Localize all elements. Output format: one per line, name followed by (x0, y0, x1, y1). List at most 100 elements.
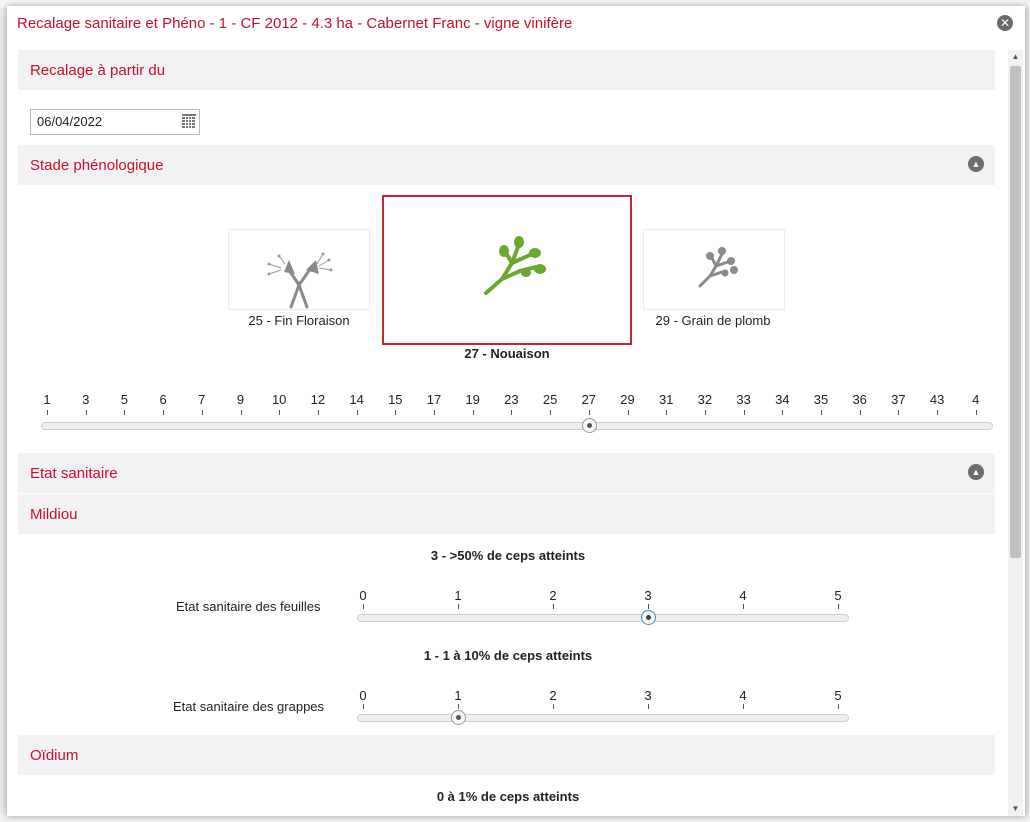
grappes-tick-mark (363, 704, 364, 709)
phenology-tick-label: 27 (581, 392, 597, 407)
phenology-tick-mark (434, 410, 435, 415)
phenology-tick-label: 12 (310, 392, 326, 407)
phenology-tick-mark (317, 410, 319, 415)
grappes-tick-label: 2 (549, 688, 557, 703)
recalage-section-header: Recalage à partir du (18, 50, 995, 90)
phenology-tick-label: 10 (271, 392, 287, 407)
phenology-tick-mark (85, 410, 87, 415)
phenology-tick-label: 32 (697, 392, 713, 407)
grappes-tick-mark (648, 704, 649, 709)
calendar-icon[interactable] (182, 114, 196, 128)
stage-card-nouaison[interactable]: 27 - Nouaison (382, 195, 632, 365)
phenology-tick-mark (47, 410, 48, 415)
phenology-tick-mark (550, 410, 552, 415)
phenology-tick-mark (395, 410, 397, 415)
phenology-tick-label: 19 (465, 392, 480, 407)
phenology-tick-label: 43 (929, 392, 945, 407)
oidium-section-header: Oïdium (18, 735, 995, 775)
chevron-up-icon[interactable]: ▲ (968, 464, 984, 480)
close-icon[interactable]: ✕ (997, 15, 1013, 31)
feuilles-tick-label: 1 (454, 588, 462, 603)
phenology-tick-mark (743, 410, 745, 415)
phenology-tick-label: 9 (236, 392, 245, 407)
feuilles-status: 3 - >50% de ceps atteints (430, 548, 586, 563)
stage-card-label: 25 - Fin Floraison (248, 313, 350, 328)
scroll-down-icon[interactable]: ▼ (1008, 802, 1023, 816)
phenology-tick-mark (511, 410, 513, 415)
scrollbar-thumb[interactable] (1010, 66, 1021, 558)
phenology-tick-mark (821, 410, 822, 415)
phenology-tick-mark (240, 410, 242, 415)
sanitaire-section-header: Etat sanitaire ▲ (18, 453, 995, 493)
stage-card-fin-floraison[interactable]: 25 - Fin Floraison (228, 229, 372, 329)
dialog-content: Recalage à partir du Stade phénologique … (18, 50, 995, 816)
phenology-tick-label: 34 (775, 392, 790, 407)
phenology-tick-label: 1 (43, 392, 51, 407)
grappes-slider-track[interactable] (357, 714, 849, 722)
recalage-dialog: Recalage sanitaire et Phéno - 1 - CF 201… (7, 6, 1025, 816)
feuilles-tick-mark (553, 604, 554, 609)
dialog-title: Recalage sanitaire et Phéno - 1 - CF 201… (17, 15, 573, 32)
phenology-tick-mark (666, 410, 668, 415)
oidium-status: 0 à 1% de ceps atteints (436, 789, 580, 804)
phenology-tick-label: 7 (198, 392, 206, 407)
date-field[interactable] (30, 109, 200, 135)
feuilles-tick-label: 0 (359, 588, 367, 603)
grappes-slider-handle[interactable] (451, 710, 466, 725)
grappes-tick-label: 4 (739, 688, 747, 703)
feuilles-tick-mark (458, 604, 459, 609)
fin-floraison-icon (228, 229, 370, 310)
phenology-slider-track[interactable] (41, 422, 993, 430)
dialog-titlebar: Recalage sanitaire et Phéno - 1 - CF 201… (7, 6, 1025, 40)
grain-de-plomb-icon (643, 229, 785, 310)
feuilles-tick-label: 3 (644, 588, 652, 603)
phenology-header-label: Stade phénologique (30, 157, 164, 174)
feuilles-tick-mark (648, 604, 649, 609)
chevron-up-icon[interactable]: ▲ (968, 156, 984, 172)
grappes-tick-mark (458, 704, 459, 709)
phenology-tick-label: 36 (852, 392, 867, 407)
sanitaire-header-label: Etat sanitaire (30, 465, 118, 482)
feuilles-tick-label: 5 (834, 588, 842, 603)
grappes-tick-label: 1 (454, 688, 462, 703)
phenology-tick-label: 14 (349, 392, 364, 407)
scrollbar[interactable]: ▲ ▼ (1008, 50, 1023, 816)
phenology-tick-mark (627, 410, 629, 415)
grappes-slider: 0 1 2 3 4 5 (18, 688, 995, 728)
phenology-slider-handle[interactable] (581, 418, 597, 433)
recalage-header-label: Recalage à partir du (30, 62, 166, 79)
phenology-tick-mark (201, 410, 203, 415)
scroll-up-icon[interactable]: ▲ (1008, 50, 1023, 64)
phenology-tick-label: 37 (891, 392, 906, 407)
stage-card-label-selected: 27 - Nouaison (464, 346, 550, 361)
grappes-tick-label: 0 (359, 688, 367, 703)
phenology-tick-label: 4 (972, 392, 980, 407)
feuilles-tick-label: 4 (739, 588, 747, 603)
phenology-tick-mark (704, 410, 706, 415)
phenology-tick-label: 31 (658, 392, 674, 407)
feuilles-slider-handle[interactable] (641, 610, 656, 625)
phenology-tick-mark (163, 410, 165, 415)
phenology-scale: 1 3 5 6 7 9 10 12 14 15 17 19 23 25 27 29 31 32 33 34 35 36 37… (18, 390, 995, 440)
phenology-tick-label: 17 (426, 392, 442, 407)
phenology-tick-label: 5 (120, 392, 129, 407)
date-input[interactable] (31, 110, 177, 132)
phenology-tick-mark (472, 410, 474, 415)
grappes-tick-label: 3 (644, 688, 652, 703)
grappes-tick-mark (743, 704, 744, 709)
phenology-tick-label: 3 (82, 392, 90, 407)
grappes-tick-mark (553, 704, 554, 709)
phenology-tick-mark (937, 410, 939, 415)
phenology-tick-label: 35 (813, 392, 829, 407)
mildiou-section-header: Mildiou (18, 494, 995, 534)
oidium-header-label: Oïdium (30, 747, 79, 764)
phenology-section-header: Stade phénologique ▲ (18, 145, 995, 185)
feuilles-tick-mark (743, 604, 744, 609)
stage-card-grain-de-plomb[interactable]: 29 - Grain de plomb (642, 229, 792, 329)
phenology-tick-label: 25 (542, 392, 558, 407)
feuilles-slider-track[interactable] (357, 614, 849, 622)
phenology-tick-mark (782, 410, 784, 415)
selected-card-border (382, 195, 632, 345)
grappes-tick-label: 5 (834, 688, 842, 703)
feuilles-tick-mark (363, 604, 364, 609)
